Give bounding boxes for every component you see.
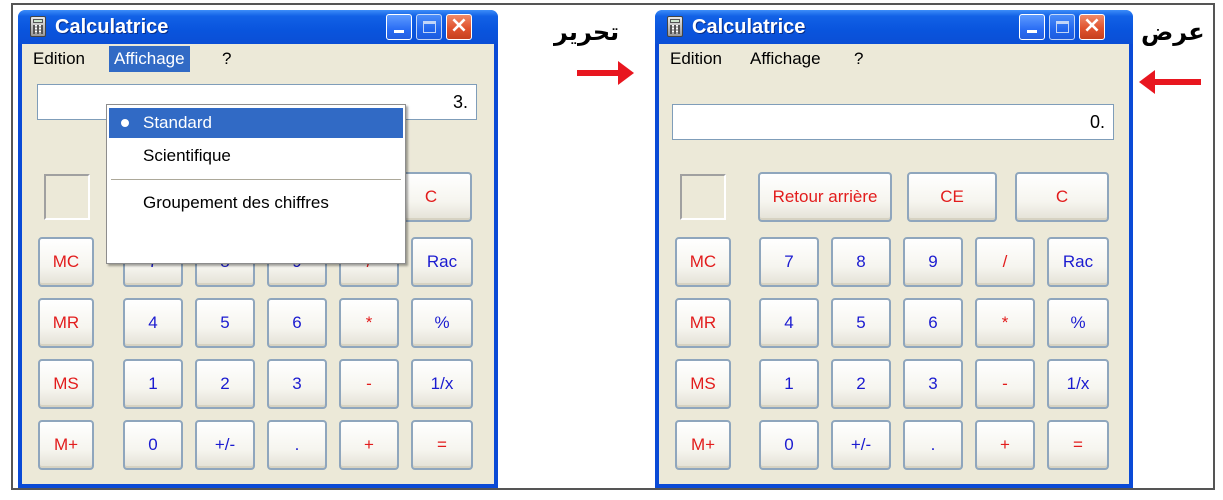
memory-store-button[interactable]: MS [38, 359, 94, 409]
dropdown-item-label: Standard [143, 113, 212, 132]
clear-entry-button[interactable]: CE [907, 172, 997, 222]
key-4[interactable]: 4 [759, 298, 819, 348]
key-sqrt[interactable]: Rac [1047, 237, 1109, 287]
memory-add-button[interactable]: M+ [675, 420, 731, 470]
dropdown-item-standard[interactable]: Standard [109, 108, 403, 138]
maximize-icon [423, 21, 436, 33]
menu-affichage[interactable]: Affichage [109, 46, 190, 72]
close-icon: × [1082, 13, 1102, 38]
close-button[interactable]: × [1079, 13, 1105, 40]
menu-help[interactable]: ? [849, 46, 868, 72]
maximize-button[interactable] [1049, 14, 1075, 40]
calculator-window-left: Calculatrice × Edition Affichage ? 3. C … [18, 10, 498, 488]
key-6[interactable]: 6 [903, 298, 963, 348]
minimize-icon [394, 30, 404, 33]
maximize-icon [1056, 21, 1069, 33]
memory-recall-button[interactable]: MR [675, 298, 731, 348]
key-divide[interactable]: / [975, 237, 1035, 287]
key-sqrt[interactable]: Rac [411, 237, 473, 287]
view-annotation-label: عرض [1141, 18, 1205, 46]
key-6[interactable]: 6 [267, 298, 327, 348]
window-title: Calculatrice [55, 16, 169, 38]
key-3[interactable]: 3 [903, 359, 963, 409]
minimize-button[interactable] [386, 14, 412, 40]
affichage-dropdown: Standard Scientifique Groupement des chi… [106, 104, 406, 264]
window-title: Calculatrice [692, 16, 806, 38]
key-1[interactable]: 1 [759, 359, 819, 409]
key-subtract[interactable]: - [339, 359, 399, 409]
calculator-icon [667, 16, 683, 37]
arrow-left-icon [1139, 70, 1201, 94]
key-multiply[interactable]: * [339, 298, 399, 348]
memory-recall-button[interactable]: MR [38, 298, 94, 348]
key-percent[interactable]: % [411, 298, 473, 348]
memory-add-button[interactable]: M+ [38, 420, 94, 470]
key-5[interactable]: 5 [195, 298, 255, 348]
close-button[interactable]: × [446, 13, 472, 40]
memory-clear-button[interactable]: MC [675, 237, 731, 287]
key-7[interactable]: 7 [759, 237, 819, 287]
key-subtract[interactable]: - [975, 359, 1035, 409]
key-2[interactable]: 2 [195, 359, 255, 409]
client-area: Edition Affichage ? 0. Retour arrière CE… [659, 44, 1129, 484]
edit-annotation-label: تحرير [554, 18, 620, 46]
key-decimal[interactable]: . [903, 420, 963, 470]
key-5[interactable]: 5 [831, 298, 891, 348]
key-reciprocal[interactable]: 1/x [1047, 359, 1109, 409]
radio-bullet-icon [121, 119, 129, 127]
menu-edition[interactable]: Edition [665, 46, 727, 72]
menu-bar: Edition Affichage ? [22, 44, 494, 74]
maximize-button[interactable] [416, 14, 442, 40]
display-field: 0. [672, 104, 1114, 140]
menu-bar: Edition Affichage ? [659, 44, 1129, 74]
key-0[interactable]: 0 [123, 420, 183, 470]
dropdown-item-label: Scientifique [143, 146, 231, 165]
title-bar[interactable]: Calculatrice × [655, 10, 1133, 44]
memory-indicator [44, 174, 90, 220]
memory-store-button[interactable]: MS [675, 359, 731, 409]
client-area: Edition Affichage ? 3. C MC MR MS M+ 7 8… [22, 44, 494, 484]
memory-clear-button[interactable]: MC [38, 237, 94, 287]
key-0[interactable]: 0 [759, 420, 819, 470]
minimize-icon [1027, 30, 1037, 33]
dropdown-separator [111, 179, 401, 181]
key-2[interactable]: 2 [831, 359, 891, 409]
key-add[interactable]: + [339, 420, 399, 470]
menu-edition[interactable]: Edition [28, 46, 90, 72]
memory-indicator [680, 174, 726, 220]
minimize-button[interactable] [1019, 14, 1045, 40]
menu-affichage[interactable]: Affichage [745, 46, 826, 72]
calculator-icon [30, 16, 46, 37]
key-3[interactable]: 3 [267, 359, 327, 409]
key-add[interactable]: + [975, 420, 1035, 470]
menu-help[interactable]: ? [217, 46, 236, 72]
dropdown-item-groupement[interactable]: Groupement des chiffres [109, 188, 403, 218]
arrow-right-icon [577, 61, 634, 85]
key-8[interactable]: 8 [831, 237, 891, 287]
key-negate[interactable]: +/- [195, 420, 255, 470]
key-negate[interactable]: +/- [831, 420, 891, 470]
title-bar[interactable]: Calculatrice × [18, 10, 498, 44]
backspace-button[interactable]: Retour arrière [758, 172, 892, 222]
key-equals[interactable]: = [411, 420, 473, 470]
key-multiply[interactable]: * [975, 298, 1035, 348]
key-reciprocal[interactable]: 1/x [411, 359, 473, 409]
key-9[interactable]: 9 [903, 237, 963, 287]
dropdown-item-scientifique[interactable]: Scientifique [109, 141, 403, 171]
calculator-window-right: Calculatrice × Edition Affichage ? 0. Re… [655, 10, 1133, 488]
key-equals[interactable]: = [1047, 420, 1109, 470]
dropdown-item-label: Groupement des chiffres [143, 193, 329, 212]
key-percent[interactable]: % [1047, 298, 1109, 348]
close-icon: × [449, 13, 469, 38]
key-4[interactable]: 4 [123, 298, 183, 348]
key-decimal[interactable]: . [267, 420, 327, 470]
clear-button[interactable]: C [1015, 172, 1109, 222]
key-1[interactable]: 1 [123, 359, 183, 409]
